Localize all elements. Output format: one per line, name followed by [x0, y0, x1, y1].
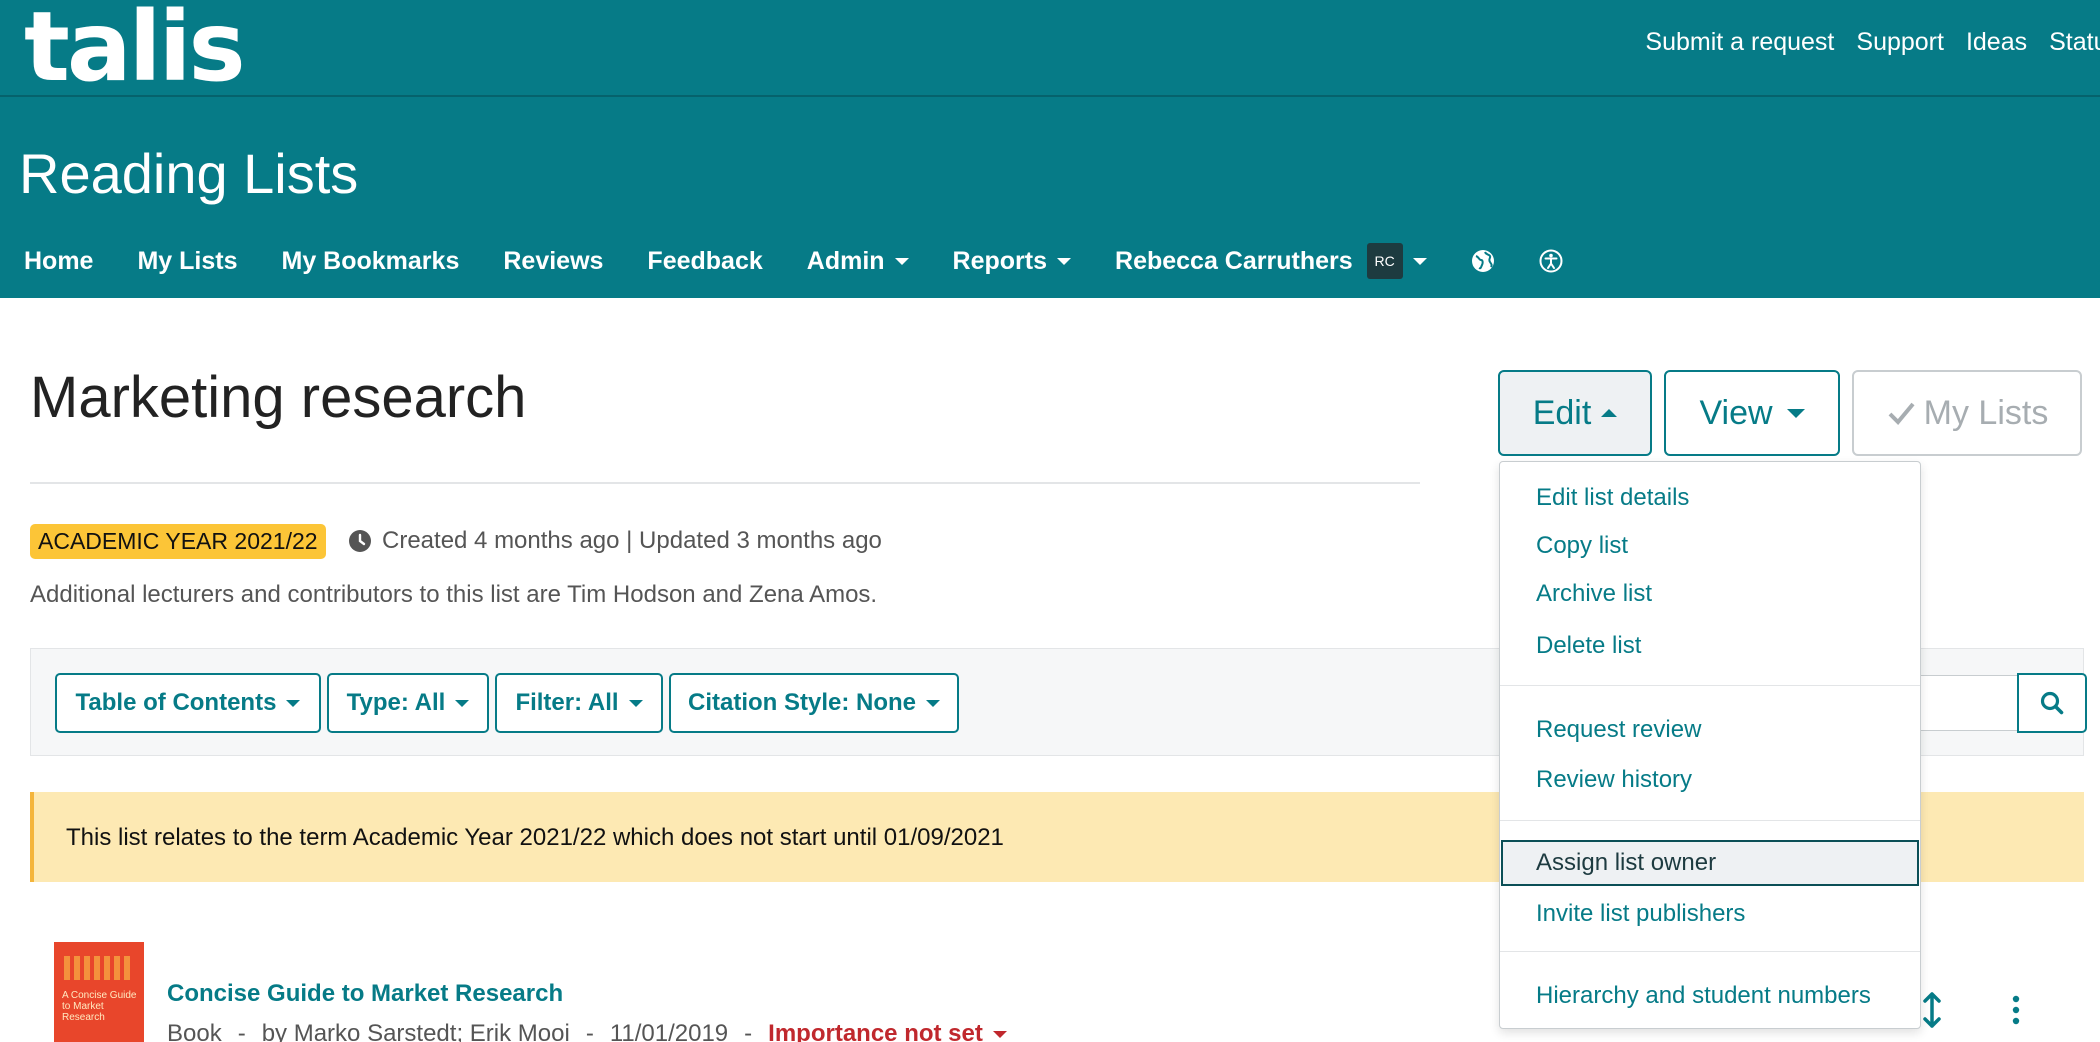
- chevron-up-icon: [1601, 409, 1618, 417]
- menu-copy-list[interactable]: Copy list: [1500, 523, 1920, 569]
- main-nav: Home My Lists My Bookmarks Reviews Feedb…: [24, 243, 1607, 279]
- nav-reviews[interactable]: Reviews: [503, 247, 603, 276]
- avatar: RC: [1366, 243, 1403, 279]
- chevron-down-icon: [628, 699, 643, 707]
- accessibility-icon[interactable]: [1539, 249, 1563, 273]
- user-name: Rebecca Carruthers: [1115, 246, 1353, 275]
- importance-dropdown[interactable]: Importance not set: [768, 1020, 1007, 1042]
- menu-divider: [1500, 685, 1920, 686]
- menu-edit-list-details[interactable]: Edit list details: [1500, 475, 1920, 521]
- talis-logo[interactable]: talis: [24, 0, 246, 95]
- check-icon: [1888, 402, 1915, 425]
- menu-delete-list[interactable]: Delete list: [1500, 623, 1920, 669]
- my-lists-button[interactable]: My Lists: [1852, 370, 2082, 456]
- chevron-down-icon: [1412, 257, 1427, 265]
- status-link[interactable]: Status: [2049, 28, 2100, 57]
- search-button[interactable]: [2017, 673, 2087, 733]
- type-filter-button[interactable]: Type: All: [327, 673, 489, 733]
- title-divider: [30, 482, 1420, 484]
- globe-icon[interactable]: [1471, 249, 1495, 273]
- chevron-down-icon: [894, 257, 909, 265]
- support-link[interactable]: Support: [1856, 28, 1944, 57]
- filter-button[interactable]: Filter: All: [495, 673, 663, 733]
- menu-invite-list-publishers[interactable]: Invite list publishers: [1500, 891, 1920, 937]
- nav-admin[interactable]: Admin: [807, 247, 909, 276]
- chevron-down-icon: [1057, 257, 1072, 265]
- menu-divider: [1500, 820, 1920, 821]
- edit-button[interactable]: Edit: [1498, 370, 1652, 456]
- menu-assign-list-owner[interactable]: Assign list owner: [1501, 840, 1919, 886]
- list-dates: Created 4 months ago | Updated 3 months …: [348, 527, 882, 555]
- chevron-down-icon: [286, 699, 301, 707]
- nav-reports[interactable]: Reports: [952, 246, 1072, 276]
- my-lists-button-label: My Lists: [1923, 393, 2049, 432]
- nav-reports-label: Reports: [952, 246, 1048, 275]
- menu-request-review[interactable]: Request review: [1500, 707, 1920, 753]
- nav-my-lists[interactable]: My Lists: [137, 247, 237, 276]
- view-button[interactable]: View: [1664, 370, 1840, 456]
- separator: -: [585, 1020, 594, 1042]
- edit-dropdown-menu: Edit list details Copy list Archive list…: [1499, 461, 1921, 1029]
- clock-icon: [349, 530, 371, 552]
- menu-review-history[interactable]: Review history: [1500, 757, 1920, 803]
- book-cover[interactable]: A Concise Guide to Market Research: [54, 942, 144, 1042]
- type-label: Type: All: [346, 689, 446, 716]
- separator: -: [237, 1020, 246, 1042]
- reorder-icon[interactable]: [1917, 990, 1947, 1030]
- nav-admin-label: Admin: [806, 246, 885, 275]
- nav-feedback[interactable]: Feedback: [647, 247, 762, 276]
- separator: -: [744, 1020, 753, 1042]
- submit-request-link[interactable]: Submit a request: [1645, 28, 1834, 57]
- nav-my-bookmarks[interactable]: My Bookmarks: [282, 247, 460, 276]
- menu-divider: [1500, 951, 1920, 952]
- view-button-label: View: [1699, 393, 1773, 432]
- nav-home[interactable]: Home: [24, 247, 93, 276]
- top-links: Submit a request Support Ideas Status: [1645, 28, 2100, 57]
- importance-label: Importance not set: [768, 1020, 983, 1042]
- item-date: 11/01/2019: [609, 1020, 729, 1042]
- cover-pattern: [64, 956, 134, 980]
- edit-button-label: Edit: [1532, 393, 1592, 432]
- item-title-link[interactable]: Concise Guide to Market Research: [167, 980, 563, 1008]
- toc-label: Table of Contents: [75, 689, 277, 716]
- page-title: Marketing research: [30, 365, 527, 430]
- menu-archive-list[interactable]: Archive list: [1500, 571, 1920, 617]
- chevron-down-icon: [992, 1030, 1007, 1038]
- chevron-down-icon: [926, 699, 940, 707]
- app-header: Reading Lists Home My Lists My Bookmarks…: [0, 97, 2100, 298]
- cover-title: A Concise Guide to Market Research: [62, 990, 137, 1023]
- app-title: Reading Lists: [19, 142, 359, 205]
- citation-label: Citation Style: None: [687, 689, 916, 716]
- status-badge: ACADEMIC YEAR 2021/22: [30, 524, 326, 559]
- ideas-link[interactable]: Ideas: [1966, 28, 2027, 57]
- menu-hierarchy-student-numbers[interactable]: Hierarchy and student numbers: [1500, 973, 1920, 1019]
- search-icon: [2040, 691, 2064, 715]
- filter-label: Filter: All: [515, 689, 619, 716]
- nav-user-menu[interactable]: Rebecca Carruthers RC: [1115, 243, 1427, 279]
- item-type: Book: [167, 1020, 222, 1042]
- top-bar: talis Submit a request Support Ideas Sta…: [0, 0, 2100, 97]
- item-meta: Book - by Marko Sarstedt; Erik Mooi - 11…: [167, 1020, 1007, 1042]
- contributors-text: Additional lecturers and contributors to…: [30, 581, 878, 608]
- term-alert-text: This list relates to the term Academic Y…: [66, 824, 1004, 851]
- table-of-contents-button[interactable]: Table of Contents: [55, 673, 321, 733]
- list-dates-text: Created 4 months ago | Updated 3 months …: [382, 527, 882, 554]
- chevron-down-icon: [1786, 408, 1805, 418]
- chevron-down-icon: [455, 699, 470, 707]
- item-authors: by Marko Sarstedt; Erik Mooi: [261, 1020, 570, 1042]
- search-input[interactable]: [1911, 675, 2019, 731]
- citation-style-button[interactable]: Citation Style: None: [669, 673, 959, 733]
- more-options-icon[interactable]: [2008, 994, 2024, 1026]
